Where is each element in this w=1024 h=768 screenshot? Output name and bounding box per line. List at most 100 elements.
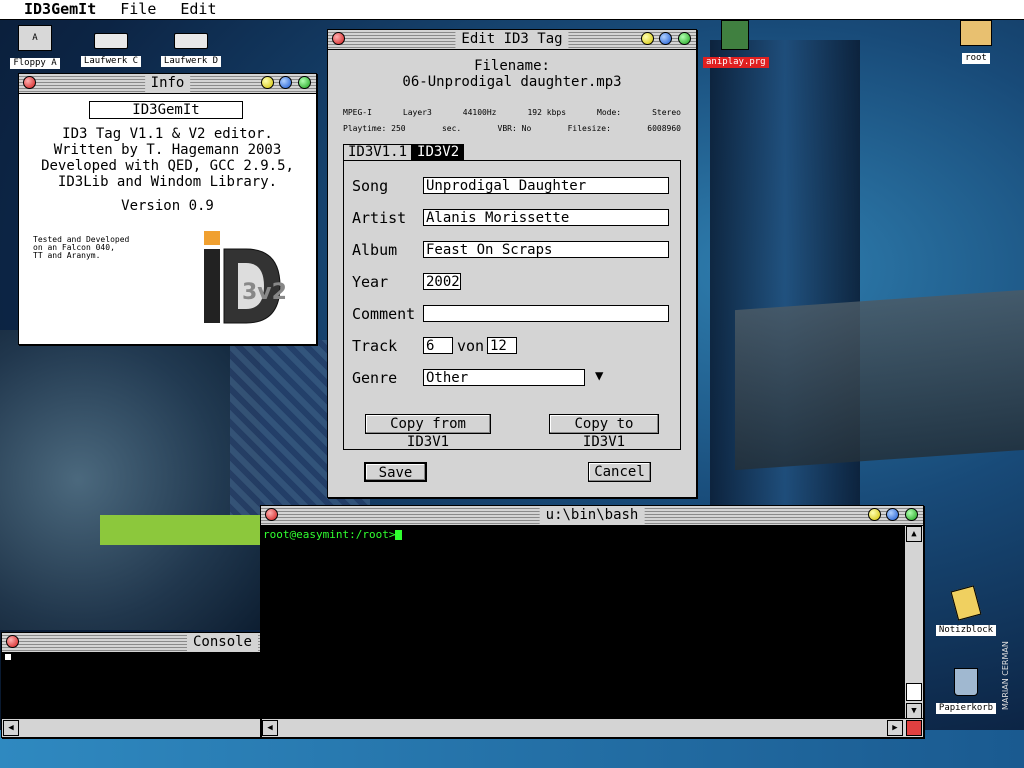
window-title: Info xyxy=(144,75,191,92)
album-label: Album xyxy=(352,241,398,259)
backdrop-icon[interactable] xyxy=(659,32,672,45)
track-field[interactable]: 6__ xyxy=(423,337,453,354)
close-icon[interactable] xyxy=(332,32,345,45)
tab-id3v1[interactable]: ID3V1.1 xyxy=(343,144,413,160)
close-icon[interactable] xyxy=(265,508,278,521)
save-button[interactable]: Save xyxy=(364,462,427,482)
close-icon[interactable] xyxy=(23,76,36,89)
artist-label: Artist xyxy=(352,209,407,227)
tag-tabs: ID3V1.1 ID3V2 xyxy=(343,144,465,160)
hard-drive-icon xyxy=(94,33,128,49)
menu-edit[interactable]: Edit xyxy=(168,0,228,19)
menu-app[interactable]: ID3GemIt xyxy=(0,0,108,19)
mode-value: Stereo xyxy=(652,108,681,117)
notepad-icon xyxy=(950,585,982,621)
scroll-down-icon[interactable]: ▼ xyxy=(906,703,922,719)
desktop-icon-root[interactable]: root xyxy=(944,20,1008,64)
scroll-right-icon[interactable]: ▶ xyxy=(887,720,903,736)
filesize-label: Filesize: xyxy=(567,124,611,133)
iconify-icon[interactable] xyxy=(868,508,881,521)
hard-drive-icon xyxy=(174,33,208,49)
copy-to-id3v1-button[interactable]: Copy to ID3V1 xyxy=(549,414,659,450)
desktop-decoration xyxy=(100,515,260,545)
backdrop-icon[interactable] xyxy=(886,508,899,521)
desktop-decoration xyxy=(735,289,1024,471)
mpeg-layer: Layer3 xyxy=(402,108,432,117)
menu-bar: ID3GemIt File Edit xyxy=(0,0,1024,20)
desktop-icon-aniplay[interactable]: aniplay.prg xyxy=(703,20,769,68)
horizontal-scrollbar[interactable]: ◀ xyxy=(2,718,260,737)
edit-id3-window: Edit ID3 Tag Filename: 06-Unprodigal dau… xyxy=(327,29,697,498)
bitrate: 192 kbps xyxy=(527,108,567,117)
scroll-thumb[interactable] xyxy=(906,683,922,701)
menu-file[interactable]: File xyxy=(108,0,168,19)
about-line: Developed with QED, GCC 2.9.5, xyxy=(41,158,294,174)
album-field[interactable]: Feast On Scraps xyxy=(423,241,669,258)
vertical-scrollbar[interactable]: ▲ ▼ xyxy=(904,526,923,719)
playtime-unit: sec. xyxy=(441,124,462,133)
tested-line: TT and Aranym. xyxy=(33,251,101,260)
desktop-icon-notepad[interactable]: Notizblock xyxy=(934,585,998,636)
terminal-cursor xyxy=(395,530,403,540)
desktop-icon-floppy[interactable]: A Floppy A xyxy=(3,25,67,69)
info-titlebar[interactable]: Info xyxy=(19,74,316,94)
artist-credit: MARIAN CERMAN xyxy=(1001,641,1010,710)
song-field[interactable]: Unprodigal Daughter xyxy=(423,177,669,194)
genre-label: Genre xyxy=(352,369,398,387)
console-titlebar[interactable]: Console xyxy=(2,633,260,653)
about-line: Written by T. Hagemann 2003 xyxy=(53,142,282,158)
desktop-icon-drive-d[interactable]: Laufwerk D xyxy=(159,25,223,67)
sample-rate: 44100Hz xyxy=(462,108,497,117)
tab-id3v2[interactable]: ID3V2 xyxy=(412,144,465,160)
artist-field[interactable]: Alanis Morissette xyxy=(423,209,669,226)
resize-icon[interactable] xyxy=(906,720,922,736)
folder-icon xyxy=(960,20,992,46)
genre-field[interactable]: Other xyxy=(423,369,585,386)
id3v2-panel: Song Unprodigal Daughter Artist Alanis M… xyxy=(343,160,681,450)
filesize-value: 6008960 xyxy=(647,124,681,133)
scroll-left-icon[interactable]: ◀ xyxy=(3,720,19,736)
icon-label: root xyxy=(962,53,990,64)
logo-text: 3v2 xyxy=(242,280,287,305)
fullscreen-icon[interactable] xyxy=(905,508,918,521)
trash-icon xyxy=(954,668,978,696)
song-label: Song xyxy=(352,177,389,195)
icon-label: Laufwerk C xyxy=(80,56,142,67)
terminal-prompt: root@easymint:/root> xyxy=(263,528,396,541)
horizontal-scrollbar[interactable]: ◀ ▶ xyxy=(261,718,923,737)
playtime: Playtime: 250 xyxy=(343,124,406,133)
icon-label: Notizblock xyxy=(935,625,997,636)
fullscreen-icon[interactable] xyxy=(678,32,691,45)
app-name: ID3GemIt xyxy=(89,101,243,119)
desktop-icon-trash[interactable]: Papierkorb xyxy=(934,668,998,714)
program-icon xyxy=(721,20,749,50)
terminal-titlebar[interactable]: u:\bin\bash xyxy=(261,506,923,526)
copy-from-id3v1-button[interactable]: Copy from ID3V1 xyxy=(365,414,491,450)
scroll-up-icon[interactable]: ▲ xyxy=(906,526,922,542)
terminal-window: u:\bin\bash root@easymint:/root> ▲ ▼ ◀ ▶ xyxy=(260,505,924,738)
icon-label: Papierkorb xyxy=(935,703,997,714)
mpeg-version: MPEG-I xyxy=(343,108,372,117)
icon-label: Laufwerk D xyxy=(160,56,222,67)
backdrop-icon[interactable] xyxy=(279,76,292,89)
year-field[interactable]: 2002 xyxy=(423,273,461,290)
mpeg-info-row: MPEG-I Layer3 44100Hz 192 kbps Mode: Ste… xyxy=(343,108,681,117)
edit-titlebar[interactable]: Edit ID3 Tag xyxy=(328,30,696,50)
window-title: Console xyxy=(186,634,258,651)
arrow-down-icon[interactable]: ▼ xyxy=(595,368,603,384)
window-title: Edit ID3 Tag xyxy=(455,31,569,48)
terminal-output[interactable]: root@easymint:/root> xyxy=(263,528,403,541)
comment-field[interactable] xyxy=(423,305,669,322)
desktop-icon-drive-c[interactable]: Laufwerk C xyxy=(79,25,143,67)
iconify-icon[interactable] xyxy=(641,32,654,45)
iconify-icon[interactable] xyxy=(261,76,274,89)
about-line: ID3 Tag V1.1 & V2 editor. xyxy=(62,126,273,142)
fullscreen-icon[interactable] xyxy=(298,76,311,89)
cancel-button[interactable]: Cancel xyxy=(588,462,651,482)
close-icon[interactable] xyxy=(6,635,19,648)
vbr: VBR: No xyxy=(497,124,532,133)
year-label: Year xyxy=(352,273,389,291)
about-text: ID3 Tag V1.1 & V2 editor. Written by T. … xyxy=(19,126,316,190)
track-total-field[interactable]: 12_ xyxy=(487,337,517,354)
scroll-left-icon[interactable]: ◀ xyxy=(262,720,278,736)
